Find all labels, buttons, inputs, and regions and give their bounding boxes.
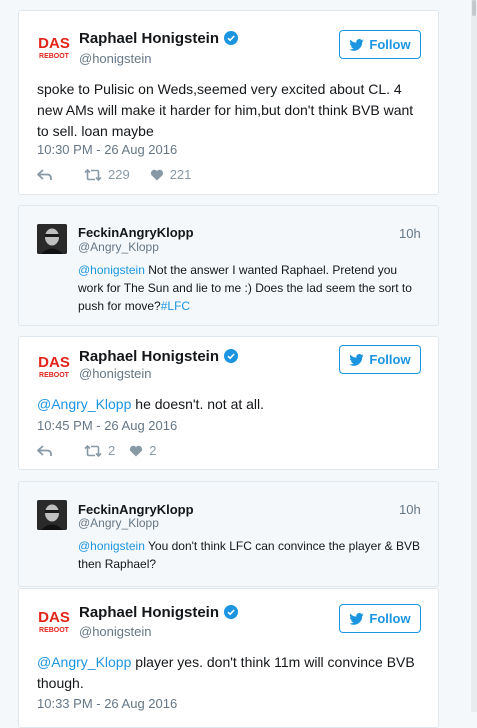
- author-name[interactable]: Raphael Honigstein: [79, 604, 239, 621]
- tweet-card-2: DAS REBOOT Raphael Honigstein @honigstei…: [18, 336, 439, 470]
- reply-button[interactable]: [37, 444, 58, 457]
- mention-link[interactable]: @Angry_Klopp: [37, 654, 131, 670]
- avatar[interactable]: DAS REBOOT: [37, 348, 71, 382]
- avatar-logo-line2: REBOOT: [39, 372, 70, 379]
- retweet-count: 229: [108, 167, 130, 182]
- reply-icon: [37, 168, 52, 180]
- tweet-actions: 2 2: [37, 443, 156, 458]
- reply-author-handle[interactable]: @Angry_Klopp: [78, 516, 159, 530]
- author-handle[interactable]: @honigstein: [79, 624, 151, 639]
- tweet-actions: 229 221: [37, 167, 191, 182]
- follow-button-label: Follow: [369, 611, 411, 626]
- retweet-count: 2: [108, 443, 116, 458]
- avatar[interactable]: DAS REBOOT: [37, 603, 71, 637]
- follow-button-label: Follow: [369, 37, 411, 52]
- avatar-logo-line2: REBOOT: [39, 53, 70, 60]
- reply-author-handle[interactable]: @Angry_Klopp: [78, 240, 159, 254]
- avatar[interactable]: [37, 224, 67, 254]
- avatar-logo-line2: REBOOT: [39, 627, 70, 634]
- reply-card-1: FeckinAngryKlopp @Angry_Klopp 10h @honig…: [18, 205, 439, 326]
- like-button[interactable]: 221: [150, 167, 192, 182]
- scrollbar-thumb[interactable]: [472, 0, 476, 16]
- author-name-text[interactable]: Raphael Honigstein: [79, 348, 219, 365]
- author-handle[interactable]: @honigstein: [79, 51, 151, 66]
- reply-text: @honigstein You don't think LFC can conv…: [78, 537, 423, 573]
- follow-button[interactable]: Follow: [339, 30, 421, 59]
- author-name-text[interactable]: Raphael Honigstein: [79, 30, 219, 47]
- reply-card-2: FeckinAngryKlopp @Angry_Klopp 10h @honig…: [18, 481, 439, 587]
- tweet-timestamp[interactable]: 10:45 PM - 26 Aug 2016: [37, 418, 177, 433]
- avatar[interactable]: [37, 500, 67, 530]
- retweet-icon: [84, 168, 102, 181]
- like-icon: [130, 445, 143, 456]
- tweet-card-3: DAS REBOOT Raphael Honigstein @honigstei…: [18, 588, 439, 728]
- reply-text: @honigstein Not the answer I wanted Raph…: [78, 261, 423, 315]
- twitter-bird-icon: [349, 38, 365, 51]
- like-icon: [150, 169, 163, 180]
- like-count: 2: [149, 443, 157, 458]
- hashtag-link[interactable]: #LFC: [161, 299, 190, 313]
- mention-link[interactable]: @Angry_Klopp: [37, 396, 131, 412]
- reply-mention-link[interactable]: @honigstein: [78, 263, 145, 277]
- verified-badge-icon: [224, 31, 239, 45]
- author-handle[interactable]: @honigstein: [79, 366, 151, 381]
- retweet-button[interactable]: 2: [84, 443, 115, 458]
- twitter-bird-icon: [349, 353, 365, 366]
- retweet-icon: [84, 444, 102, 457]
- reply-mention-link[interactable]: @honigstein: [78, 539, 145, 553]
- avatar-logo-line1: DAS: [38, 35, 70, 52]
- tweet-timestamp[interactable]: 10:30 PM - 26 Aug 2016: [37, 142, 177, 157]
- like-button[interactable]: 2: [129, 443, 156, 458]
- tweet-timestamp[interactable]: 10:33 PM - 26 Aug 2016: [37, 696, 177, 711]
- tweet-card-1: DAS REBOOT Raphael Honigstein @honigstei…: [18, 10, 439, 195]
- retweet-button[interactable]: 229: [84, 167, 130, 182]
- author-name[interactable]: Raphael Honigstein: [79, 348, 239, 365]
- tweet-text: spoke to Pulisic on Weds,seemed very exc…: [37, 81, 414, 139]
- twitter-bird-icon: [349, 612, 365, 625]
- avatar[interactable]: DAS REBOOT: [37, 29, 71, 63]
- follow-button[interactable]: Follow: [339, 345, 421, 374]
- like-count: 221: [169, 167, 192, 182]
- reply-button[interactable]: [37, 168, 58, 181]
- author-name-text[interactable]: Raphael Honigstein: [79, 604, 219, 621]
- reply-author-name[interactable]: FeckinAngryKlopp: [78, 225, 194, 240]
- author-name[interactable]: Raphael Honigstein: [79, 30, 239, 47]
- scrollbar-track[interactable]: [471, 0, 477, 712]
- reply-time[interactable]: 10h: [399, 226, 421, 241]
- reply-time[interactable]: 10h: [399, 502, 421, 517]
- tweet-text: @Angry_Klopp he doesn't. not at all.: [37, 394, 427, 415]
- verified-badge-icon: [224, 605, 239, 619]
- avatar-logo-line1: DAS: [38, 609, 70, 626]
- reply-icon: [37, 444, 52, 456]
- avatar-logo-line1: DAS: [38, 354, 70, 371]
- follow-button-label: Follow: [369, 352, 411, 367]
- reply-author-name[interactable]: FeckinAngryKlopp: [78, 502, 194, 517]
- tweet-body: he doesn't. not at all.: [131, 396, 265, 412]
- follow-button[interactable]: Follow: [339, 604, 421, 633]
- tweet-text: @Angry_Klopp player yes. don't think 11m…: [37, 652, 427, 694]
- verified-badge-icon: [224, 349, 239, 363]
